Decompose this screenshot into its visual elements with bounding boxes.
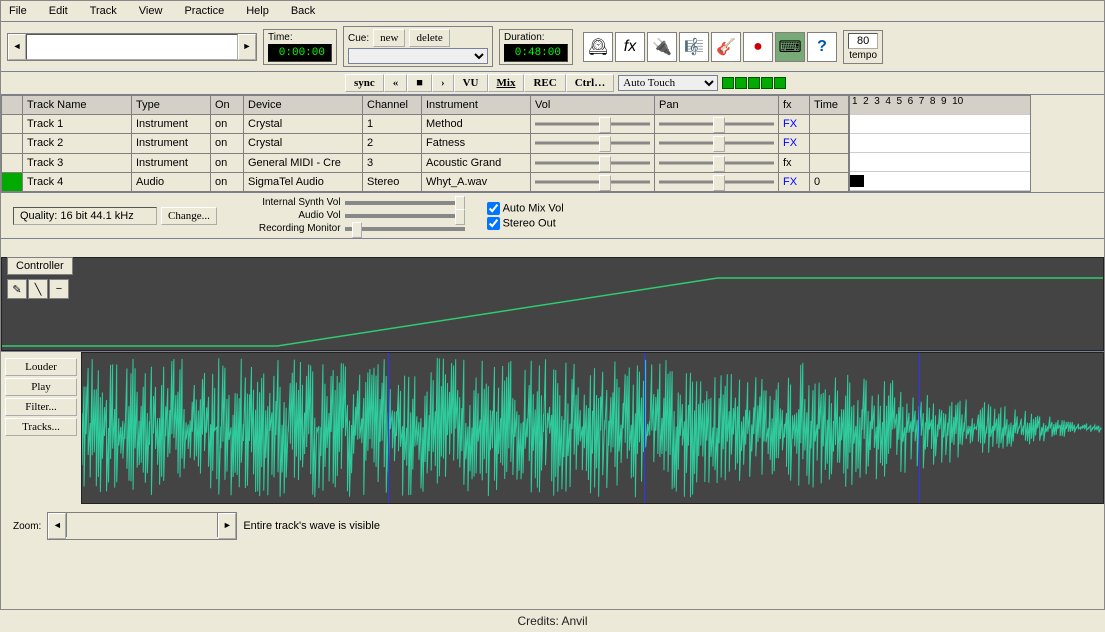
transport-bar: sync « ■ › VU Mix REC Ctrl… Auto Touch [1,72,1104,95]
col-type[interactable]: Type [132,96,211,115]
col-instrument[interactable]: Instrument [422,96,531,115]
keyboard-icon[interactable]: ⌨ [775,32,805,62]
top-toolbar: ◄ ► Time: 0:00:00 Cue: new delete Durati… [1,22,1104,72]
time-panel: Time: 0:00:00 [263,29,337,65]
track-row[interactable]: Track 3InstrumentonGeneral MIDI - Cre3Ac… [2,153,849,172]
audio-vol-slider[interactable] [345,214,465,218]
track-header-row: Track Name Type On Device Channel Instru… [2,96,849,115]
zoom-right-icon[interactable]: ► [218,513,236,539]
track-row[interactable]: Track 2InstrumentonCrystal2FatnessFX [2,134,849,153]
time-label: Time: [268,32,332,43]
track-grid: Track Name Type On Device Channel Instru… [1,95,849,192]
menu-track[interactable]: Track [86,3,121,19]
recmon-label: Recording Monitor [259,223,341,234]
duration-panel: Duration: 0:48:00 [499,29,573,65]
zoom-label: Zoom: [13,521,41,532]
cue-new-button[interactable]: new [373,29,405,47]
credits-text: Credits: Anvil [0,610,1105,632]
menu-view[interactable]: View [135,3,167,19]
zoom-scrollbar[interactable]: ◄ ► [47,512,237,540]
louder-button[interactable]: Louder [5,358,77,376]
cue-panel: Cue: new delete [343,26,493,67]
col-pan[interactable]: Pan [655,96,779,115]
automix-checkbox[interactable]: Auto Mix Vol [487,202,564,215]
line-tool-icon[interactable]: ╲ [28,279,48,299]
ctrl-button[interactable]: Ctrl… [566,74,615,92]
track-row[interactable]: Track 4AudioonSigmaTel AudioStereoWhyt_A… [2,172,849,191]
help-icon[interactable]: ? [807,32,837,62]
rec-button[interactable]: REC [524,74,565,92]
internal-vol-slider[interactable] [345,201,465,205]
menu-practice[interactable]: Practice [180,3,228,19]
col-vol[interactable]: Vol [531,96,655,115]
controller-panel: Controller ✎ ╲ − [1,257,1104,351]
play-button[interactable]: › [432,74,454,92]
plug-icon[interactable]: 🔌 [647,32,677,62]
time-display: 0:00:00 [268,44,332,62]
cue-label: Cue: [348,33,369,44]
menu-edit[interactable]: Edit [45,3,72,19]
timeline-miniview[interactable]: 1 2 3 4 5 6 7 8 9 10 [849,95,1031,192]
track-row[interactable]: Track 1InstrumentonCrystal1MethodFX [2,115,849,134]
col-on[interactable]: On [211,96,244,115]
tool-icons: 🕰 fx 🔌 🎼 🎸 ● ⌨ ? [583,32,837,62]
recmon-slider[interactable] [345,227,465,231]
menu-file[interactable]: File [5,3,31,19]
waveform-display[interactable] [81,352,1104,504]
zoom-status: Entire track's wave is visible [243,520,380,532]
cue-delete-button[interactable]: delete [409,29,449,47]
tempo-label: tempo [849,50,877,61]
menubar: File Edit Track View Practice Help Back [1,1,1104,22]
metronome-icon[interactable]: 🕰 [583,32,613,62]
zoom-bar: Zoom: ◄ ► Entire track's wave is visible [1,504,1104,548]
guitar-icon[interactable]: 🎸 [711,32,741,62]
stop-button[interactable]: ■ [407,74,432,92]
controller-canvas[interactable] [1,257,1104,351]
led-meter [722,77,786,89]
waveform-panel: Louder Play Filter... Tracks... [1,351,1104,504]
filter-button[interactable]: Filter... [5,398,77,416]
scroll-left-icon[interactable]: ◄ [8,34,26,60]
play-button-wave[interactable]: Play [5,378,77,396]
internal-vol-label: Internal Synth Vol [262,197,340,208]
scroll-right-icon[interactable]: ► [238,34,256,60]
fx-icon[interactable]: fx [615,32,645,62]
timeline-ruler: 1 2 3 4 5 6 7 8 9 10 [850,96,1030,115]
erase-tool-icon[interactable]: − [49,279,69,299]
app-window: File Edit Track View Practice Help Back … [0,0,1105,610]
scroll-track[interactable] [26,34,238,60]
record-icon[interactable]: ● [743,32,773,62]
quality-change-button[interactable]: Change... [161,207,217,225]
col-time[interactable]: Time [810,96,849,115]
cue-select[interactable] [348,48,488,64]
sync-button[interactable]: sync [345,74,384,92]
duration-label: Duration: [504,32,568,43]
col-device[interactable]: Device [244,96,363,115]
track-grid-area: Track Name Type On Device Channel Instru… [1,95,1104,193]
stereo-checkbox[interactable]: Stereo Out [487,217,564,230]
controller-tab[interactable]: Controller [7,257,73,275]
col-fx[interactable]: fx [779,96,810,115]
tracks-button[interactable]: Tracks... [5,418,77,436]
mix-button[interactable]: Mix [488,74,525,92]
menu-back[interactable]: Back [287,3,319,19]
menu-help[interactable]: Help [242,3,273,19]
quality-display: Quality: 16 bit 44.1 kHz [13,207,157,225]
pencil-tool-icon[interactable]: ✎ [7,279,27,299]
col-channel[interactable]: Channel [363,96,422,115]
tempo-panel: 80 tempo [843,30,883,64]
tempo-value[interactable]: 80 [848,33,878,49]
automation-mode-select[interactable]: Auto Touch [618,75,718,91]
vu-button[interactable]: VU [454,74,488,92]
rewind-button[interactable]: « [384,74,408,92]
position-scrollbar[interactable]: ◄ ► [7,33,257,61]
staff-icon[interactable]: 🎼 [679,32,709,62]
duration-display: 0:48:00 [504,44,568,62]
col-trackname[interactable]: Track Name [23,96,132,115]
mixer-controls: Quality: 16 bit 44.1 kHz Change... Inter… [1,193,1104,239]
zoom-left-icon[interactable]: ◄ [48,513,66,539]
audio-vol-label: Audio Vol [298,210,340,221]
